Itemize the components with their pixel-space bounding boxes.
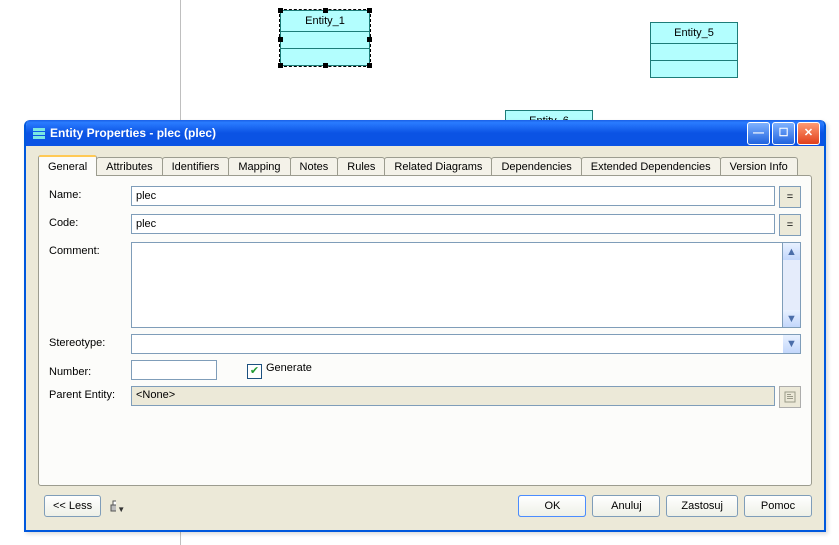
help-button[interactable]: Pomoc [744,495,812,517]
tab-extended-dependencies[interactable]: Extended Dependencies [581,157,721,176]
scroll-down-icon[interactable]: ▼ [783,310,800,327]
generate-label: Generate [266,362,312,374]
entity-5[interactable]: Entity_5 [650,22,738,78]
tab-version-info[interactable]: Version Info [720,157,798,176]
comment-input[interactable] [131,242,782,328]
number-label: Number: [49,363,131,378]
apply-button[interactable]: Zastosuj [666,495,738,517]
tab-mapping[interactable]: Mapping [228,157,290,176]
properties-icon [784,391,796,403]
minimize-button[interactable]: — [747,122,770,145]
code-sync-button[interactable]: = [779,214,801,236]
tab-strip: General Attributes Identifiers Mapping N… [38,154,812,176]
comment-scrollbar[interactable]: ▲ ▼ [782,242,801,328]
code-input[interactable] [131,214,775,234]
comment-label: Comment: [49,242,131,257]
dialog-title: Entity Properties - plec (plec) [50,126,216,140]
cancel-button[interactable]: Anuluj [592,495,660,517]
tab-notes[interactable]: Notes [290,157,339,176]
tab-identifiers[interactable]: Identifiers [162,157,230,176]
parent-entity-value: <None> [132,387,179,403]
number-input[interactable] [131,360,217,380]
ok-button[interactable]: OK [518,495,586,517]
parent-entity-label: Parent Entity: [49,386,131,401]
generate-checkbox[interactable]: ✔Generate [247,362,312,379]
titlebar[interactable]: Entity Properties - plec (plec) — ☐ ✕ [26,120,824,146]
code-label: Code: [49,214,131,229]
entity-icon [32,126,46,140]
tab-general[interactable]: General [38,155,97,176]
stereotype-combo[interactable]: ▼ [131,334,801,354]
tab-related-diagrams[interactable]: Related Diagrams [384,157,492,176]
entity-section [281,32,369,49]
name-label: Name: [49,186,131,201]
parent-entity-browse-button[interactable] [779,386,801,408]
close-button[interactable]: ✕ [797,122,820,145]
entity-section [651,61,737,77]
chevron-down-icon: ▼ [117,505,125,514]
scroll-up-icon[interactable]: ▲ [783,243,800,260]
stereotype-label: Stereotype: [49,334,131,349]
tab-rules[interactable]: Rules [337,157,385,176]
name-input[interactable] [131,186,775,206]
printer-icon [109,500,116,514]
dialog-client: General Attributes Identifiers Mapping N… [30,150,820,526]
dialog-footer: << Less ▼ OK Anuluj Zastosuj Pomoc [38,492,812,520]
parent-entity-combo[interactable]: <None> [131,386,775,406]
tab-attributes[interactable]: Attributes [96,157,162,176]
less-button[interactable]: << Less [44,495,101,517]
maximize-button[interactable]: ☐ [772,122,795,145]
tab-dependencies[interactable]: Dependencies [491,157,581,176]
name-sync-button[interactable]: = [779,186,801,208]
entity-label: Entity_1 [281,11,369,32]
entity-label: Entity_5 [651,23,737,44]
print-menu-button[interactable]: ▼ [109,498,125,514]
entity-1[interactable]: Entity_1 [280,10,370,66]
entity-properties-dialog: Entity Properties - plec (plec) — ☐ ✕ Ge… [24,120,826,532]
entity-section [651,44,737,61]
chevron-down-icon[interactable]: ▼ [783,335,800,353]
tab-page-general: Name: = Code: = Comment: ▲ ▼ [38,175,812,486]
